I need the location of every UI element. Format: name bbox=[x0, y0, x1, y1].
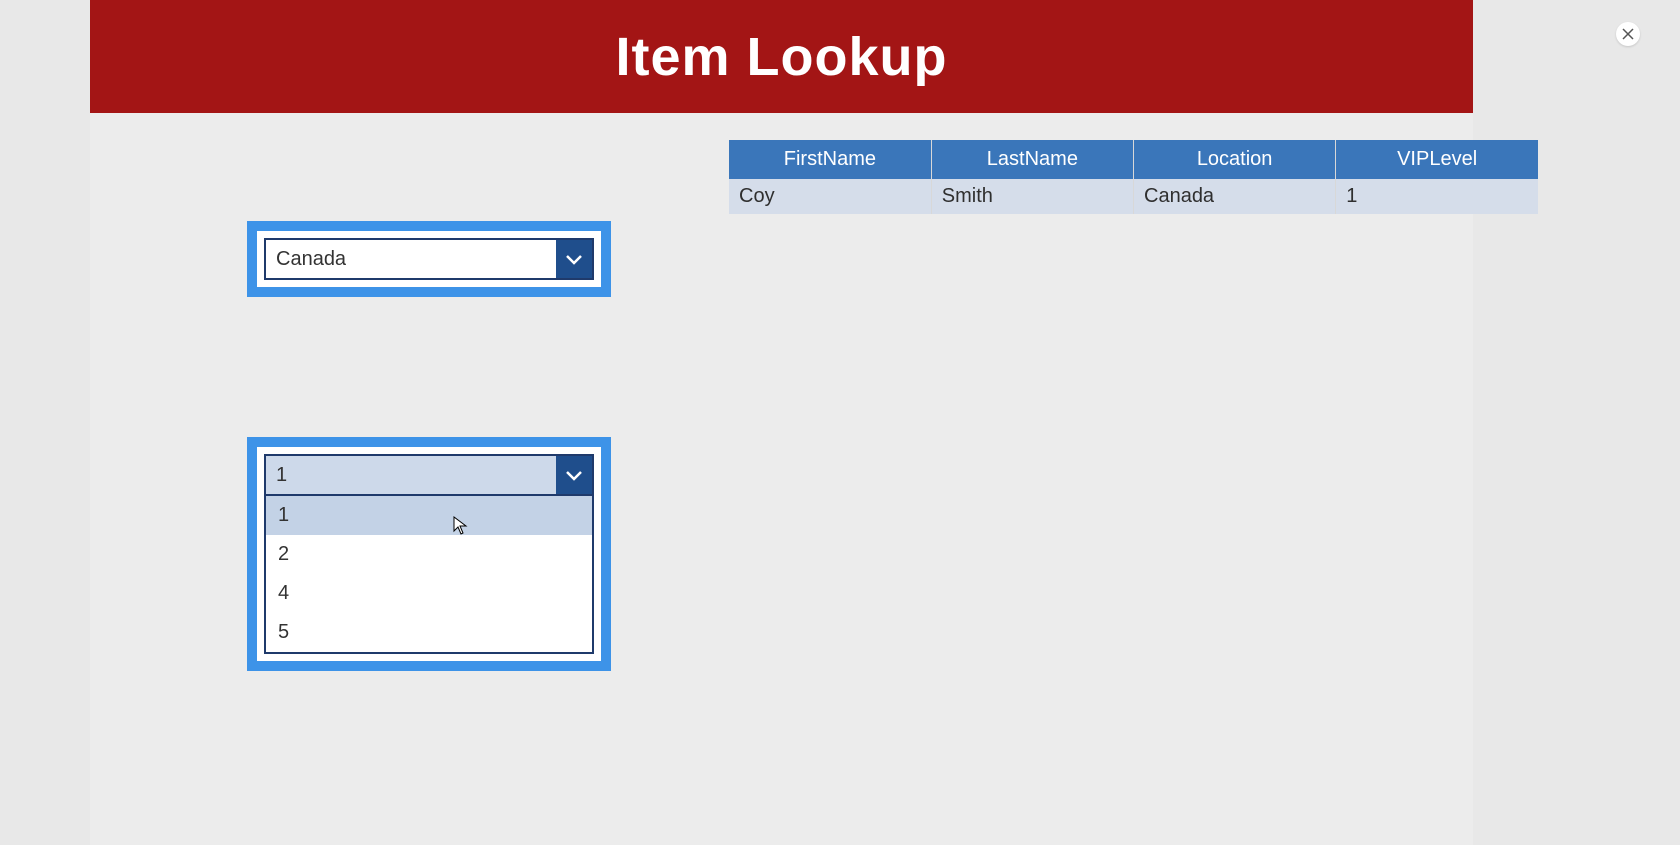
table-header-row: FirstName LastName Location VIPLevel bbox=[729, 140, 1538, 179]
results-table: FirstName LastName Location VIPLevel Coy… bbox=[729, 140, 1538, 214]
close-icon bbox=[1622, 28, 1634, 40]
col-location[interactable]: Location bbox=[1134, 140, 1336, 179]
location-dropdown-value: Canada bbox=[266, 240, 556, 278]
location-dropdown[interactable]: Canada bbox=[264, 238, 594, 280]
vip-dropdown-list: 1 2 4 5 bbox=[264, 496, 594, 654]
vip-dropdown[interactable]: 1 bbox=[264, 454, 594, 496]
vip-option[interactable]: 1 bbox=[266, 496, 592, 535]
col-viplevel[interactable]: VIPLevel bbox=[1336, 140, 1538, 179]
chevron-down-icon bbox=[556, 456, 592, 494]
cell-lastname: Smith bbox=[931, 179, 1133, 214]
cell-location: Canada bbox=[1134, 179, 1336, 214]
col-firstname[interactable]: FirstName bbox=[729, 140, 931, 179]
close-button[interactable] bbox=[1616, 22, 1640, 46]
table-row[interactable]: Coy Smith Canada 1 bbox=[729, 179, 1538, 214]
vip-option[interactable]: 5 bbox=[266, 613, 592, 652]
vip-dropdown-inner: 1 1 2 4 5 bbox=[257, 447, 601, 661]
vip-dropdown-container: 1 1 2 4 5 bbox=[247, 437, 611, 671]
chevron-down-icon bbox=[556, 240, 592, 278]
location-dropdown-container: Canada bbox=[247, 221, 611, 297]
header-bar: Item Lookup bbox=[90, 0, 1473, 113]
page-title: Item Lookup bbox=[616, 26, 948, 88]
cell-firstname: Coy bbox=[729, 179, 931, 214]
location-dropdown-inner: Canada bbox=[257, 231, 601, 287]
cell-vip: 1 bbox=[1336, 179, 1538, 214]
vip-option[interactable]: 2 bbox=[266, 535, 592, 574]
vip-option[interactable]: 4 bbox=[266, 574, 592, 613]
col-lastname[interactable]: LastName bbox=[931, 140, 1133, 179]
vip-dropdown-value: 1 bbox=[266, 456, 556, 494]
app-frame: Item Lookup FirstName LastName Location … bbox=[90, 0, 1473, 845]
